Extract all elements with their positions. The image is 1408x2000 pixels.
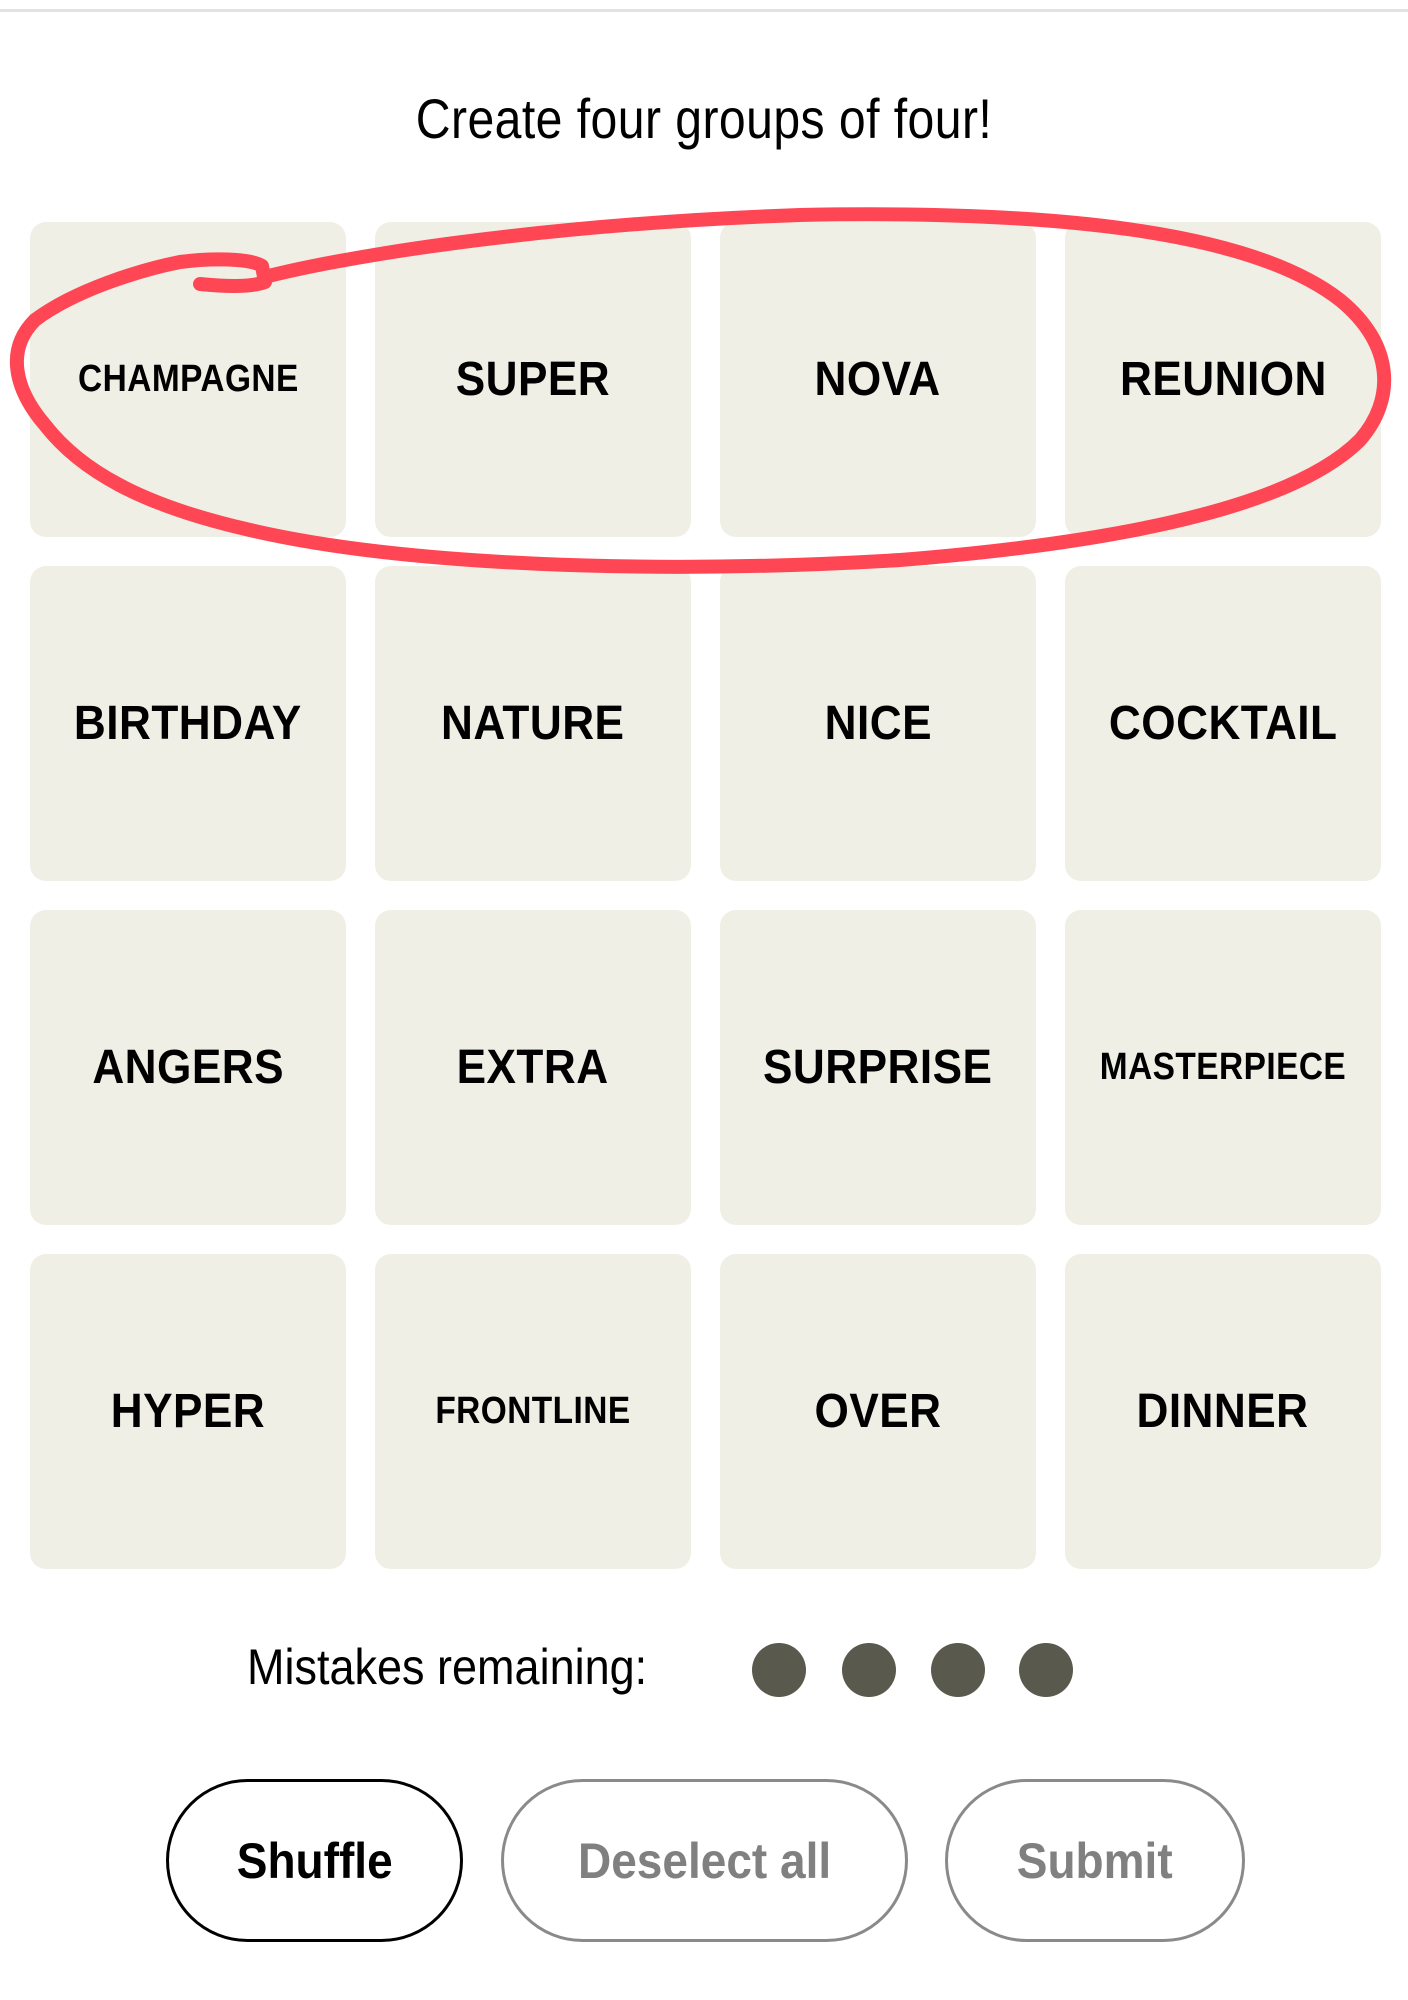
word-tile[interactable]: REUNION: [1065, 222, 1381, 537]
mistake-dot: [1019, 1643, 1073, 1697]
tile-word: ANGERS: [92, 1041, 284, 1094]
tile-word: DINNER: [1136, 1385, 1310, 1438]
tile-word: NOVA: [814, 353, 942, 406]
word-tile[interactable]: COCKTAIL: [1065, 566, 1381, 881]
tile-word: SUPER: [455, 353, 611, 406]
mistakes-remaining: Mistakes remaining:: [0, 1638, 1408, 1698]
word-grid: CHAMPAGNE SUPER NOVA REUNION BIRTHDAY NA…: [30, 222, 1381, 1569]
mistake-dot: [931, 1643, 985, 1697]
word-tile[interactable]: NATURE: [375, 566, 691, 881]
deselect-all-label: Deselect all: [577, 1832, 832, 1889]
word-tile[interactable]: DINNER: [1065, 1254, 1381, 1569]
word-tile[interactable]: BIRTHDAY: [30, 566, 346, 881]
shuffle-label: Shuffle: [236, 1832, 393, 1889]
tile-word: NICE: [824, 697, 932, 750]
word-tile[interactable]: SUPER: [375, 222, 691, 537]
tile-word: OVER: [814, 1385, 942, 1438]
mistake-dot: [752, 1643, 806, 1697]
tile-word: SURPRISE: [763, 1041, 993, 1094]
mistake-dot: [842, 1643, 896, 1697]
word-tile[interactable]: FRONTLINE: [375, 1254, 691, 1569]
word-tile[interactable]: SURPRISE: [720, 910, 1036, 1225]
word-tile[interactable]: HYPER: [30, 1254, 346, 1569]
word-tile[interactable]: ANGERS: [30, 910, 346, 1225]
tile-word: MASTERPIECE: [1099, 1046, 1347, 1088]
word-tile[interactable]: OVER: [720, 1254, 1036, 1569]
tile-word: BIRTHDAY: [74, 697, 302, 750]
deselect-all-button[interactable]: Deselect all: [501, 1779, 908, 1942]
word-tile[interactable]: CHAMPAGNE: [30, 222, 346, 537]
shuffle-button[interactable]: Shuffle: [166, 1779, 463, 1942]
top-divider: [0, 9, 1408, 12]
tile-word: HYPER: [110, 1385, 266, 1438]
submit-button[interactable]: Submit: [945, 1779, 1245, 1942]
word-tile[interactable]: MASTERPIECE: [1065, 910, 1381, 1225]
tile-word: REUNION: [1119, 353, 1327, 406]
submit-label: Submit: [1017, 1832, 1173, 1889]
word-tile[interactable]: EXTRA: [375, 910, 691, 1225]
word-tile[interactable]: NICE: [720, 566, 1036, 881]
tile-word: NATURE: [441, 697, 625, 750]
tile-word: CHAMPAGNE: [77, 358, 299, 400]
mistakes-label: Mistakes remaining:: [247, 1639, 648, 1695]
word-tile[interactable]: NOVA: [720, 222, 1036, 537]
tile-word: EXTRA: [457, 1041, 609, 1094]
game-instructions: Create four groups of four!: [415, 87, 993, 150]
tile-word: COCKTAIL: [1108, 697, 1338, 750]
tile-word: FRONTLINE: [435, 1390, 631, 1432]
